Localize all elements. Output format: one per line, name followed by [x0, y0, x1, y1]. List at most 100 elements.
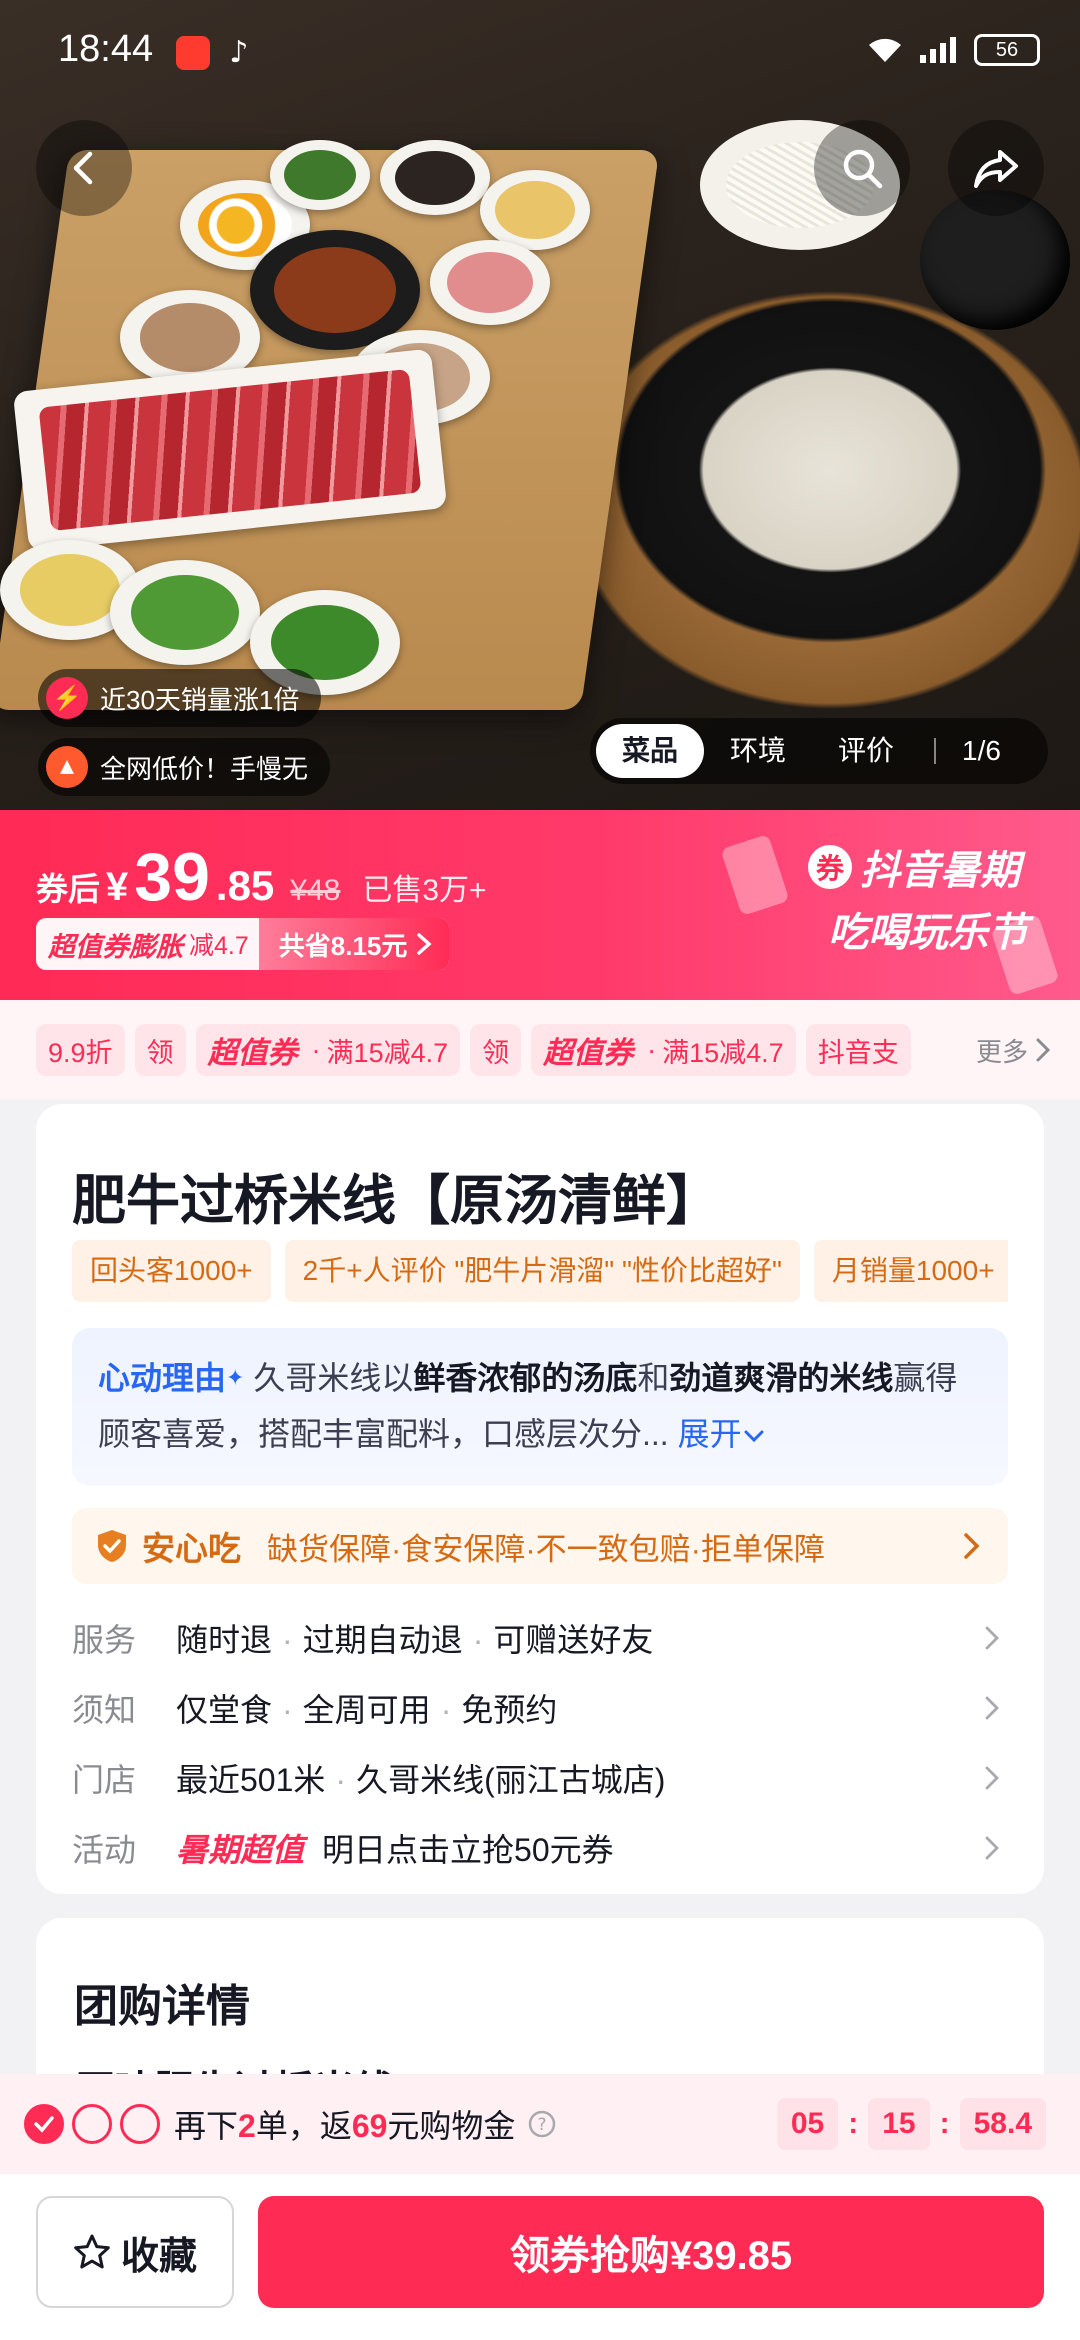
coupon-super-text: 满15减4.7 — [662, 1037, 784, 1068]
reason-highlight: 鲜香浓郁的汤底 — [413, 1360, 638, 1396]
chevron-right-icon — [1036, 1038, 1051, 1062]
coupon-boost-button[interactable]: 超值券膨胀 减4.7 共省8.15元 — [36, 918, 450, 970]
plate — [110, 560, 260, 665]
tag-monthly-sales: 月销量1000+ — [813, 1240, 1008, 1302]
status-time: 18:44 — [58, 28, 154, 70]
notice-row[interactable]: 须知 仅堂食 · 全周可用 · 免预约 — [72, 1678, 1008, 1738]
svg-text:?: ? — [538, 2115, 547, 2135]
notice-item: 仅堂食 — [176, 1692, 273, 1728]
status-bar: 18:44 ♪ 56 — [0, 0, 1080, 100]
douyin-logo-icon: 券 — [808, 845, 852, 889]
reason-heading: 心动理由 — [98, 1360, 227, 1396]
timer-minutes: 15 — [868, 2098, 930, 2150]
tab-reviews[interactable]: 评价 — [812, 724, 920, 778]
store-key: 门店 — [72, 1762, 137, 1798]
plate — [250, 230, 420, 350]
sales-growth-badge: ⚡ 近30天销量涨1倍 — [38, 669, 322, 727]
reason-text: 久哥米线以 — [253, 1360, 414, 1396]
fire-icon: ▲ — [46, 746, 88, 788]
reason-text: 和 — [637, 1360, 670, 1396]
divider — [934, 738, 937, 764]
activity-text: 明日点击立抢50元券 — [322, 1832, 614, 1868]
store-distance: 最近501米 — [176, 1762, 326, 1798]
coupon-douyin-text: 抖音支 — [817, 1037, 899, 1068]
hero-gallery[interactable]: 18:44 ♪ 56 ⚡ 近30天销量涨1倍 ▲ 全网低价！手慢无 菜品 环境 … — [0, 0, 1080, 810]
chevron-right-icon — [985, 1836, 999, 1860]
search-icon — [843, 149, 883, 189]
star-icon — [74, 2234, 110, 2269]
back-button[interactable] — [36, 120, 132, 216]
plate — [270, 140, 370, 210]
battery-level: 56 — [995, 38, 1019, 61]
expand-link[interactable]: 展开 — [678, 1416, 742, 1452]
product-card: 肥牛过桥米线【原汤清鲜】 回头客1000+ 2千+人评价 "肥牛片滑溜" "性价… — [36, 1104, 1044, 1894]
coupon-claim-text: 领 — [482, 1037, 510, 1068]
coupon-super-tag: 超值券 — [543, 1037, 634, 1070]
activity-row[interactable]: 活动 暑期超值 明日点击立抢50元券 — [72, 1818, 1008, 1878]
plate — [380, 140, 490, 215]
festival-line1: 抖音暑期 — [860, 849, 1020, 893]
buy-now-button[interactable]: 领券抢购¥39.85 — [258, 2196, 1044, 2308]
safe-eat-guarantee[interactable]: 安心吃 缺货保障·食安保障·不一致包赔·拒单保障 — [72, 1508, 1008, 1584]
check-icon — [34, 2116, 54, 2133]
activity-tag: 暑期超值 — [176, 1832, 305, 1868]
countdown-timer: 05: 15: 58.4 — [776, 2098, 1046, 2150]
tab-environment[interactable]: 环境 — [704, 724, 812, 778]
ticket-decoration — [720, 833, 790, 917]
plate — [480, 170, 590, 250]
price-currency: ¥ — [106, 865, 129, 909]
coupon-super-text: 满15减4.7 — [326, 1037, 449, 1068]
coupon-super[interactable]: 超值券 · 满15减4.7 — [531, 1024, 796, 1076]
bottom-action-bar: 收藏 领券抢购¥39.85 — [0, 2174, 1080, 2340]
coupon-super[interactable]: 超值券 · 满15减4.7 — [195, 1024, 461, 1076]
service-key: 服务 — [72, 1622, 137, 1658]
rebate-text-part: 再下 — [174, 2108, 239, 2144]
tag-reviews[interactable]: 2千+人评价 "肥牛片滑溜" "性价比超好" — [284, 1240, 800, 1302]
coupon-claim-button[interactable]: 领 — [134, 1024, 186, 1076]
coupon-douyin[interactable]: 抖音支 — [805, 1024, 911, 1076]
tab-dishes[interactable]: 菜品 — [596, 724, 705, 778]
buy-now-label: 领券抢购¥39.85 — [509, 2234, 793, 2278]
coupon-boost-tag: 超值券膨胀 — [48, 931, 183, 962]
price-decimal: .85 — [215, 862, 275, 909]
sales-growth-text: 近30天销量涨1倍 — [100, 684, 300, 715]
coupon-discount-text: 9.9折 — [48, 1037, 113, 1068]
back-arrow-icon — [73, 151, 93, 185]
chevron-right-icon — [417, 933, 432, 955]
rebate-text: 再下2单，返69元购物金 — [174, 2101, 515, 2147]
store-row[interactable]: 门店 最近501米 · 久哥米线(丽江古城店) — [72, 1748, 1008, 1808]
progress-check-empty — [120, 2104, 160, 2144]
service-item: 随时退 — [176, 1622, 273, 1658]
product-tags: 回头客1000+ 2千+人评价 "肥牛片滑溜" "性价比超好" 月销量1000+ — [72, 1240, 1008, 1302]
rebate-text-part: 单，返 — [255, 2108, 352, 2144]
coupon-more-button[interactable]: 更多 — [960, 1000, 1080, 1100]
share-button[interactable] — [948, 120, 1044, 216]
sparkle-icon: ✦ — [226, 1365, 245, 1390]
coupon-discount[interactable]: 9.9折 — [36, 1024, 125, 1076]
safe-items: 缺货保障·食安保障·不一致包赔·拒单保障 — [267, 1531, 825, 1567]
activity-key: 活动 — [72, 1832, 137, 1868]
coupon-claim-text: 领 — [146, 1037, 174, 1068]
service-row[interactable]: 服务 随时退 · 过期自动退 · 可赠送好友 — [72, 1608, 1008, 1668]
signal-icon — [920, 37, 956, 63]
chevron-right-icon — [964, 1533, 980, 1559]
help-icon[interactable]: ? — [527, 2109, 557, 2139]
timer-hours: 05 — [776, 2098, 839, 2150]
festival-line2: 吃喝玩乐节 — [828, 911, 1028, 955]
favorite-button[interactable]: 收藏 — [36, 2196, 234, 2308]
coupon-row[interactable]: 9.9折 领 超值券 · 满15减4.7 领 超值券 · 满15减4.7 抖音支 — [0, 1000, 1080, 1100]
rebate-strip[interactable]: 再下2单，返69元购物金 ? 05: 15: 58.4 — [0, 2074, 1080, 2174]
timer-seconds: 58.4 — [959, 2098, 1046, 2150]
rebate-text-part: 元购物金 — [387, 2108, 516, 2144]
chevron-right-icon — [985, 1766, 999, 1790]
search-button[interactable] — [814, 120, 910, 216]
coupon-save-text: 共省8.15元 — [278, 930, 408, 961]
group-detail-card: 团购详情 原味肥牛过桥米线 — [36, 1918, 1044, 2098]
coupon-claim-button[interactable]: 领 — [470, 1024, 522, 1076]
price-integer: 39 — [134, 839, 210, 915]
notice-item: 免预约 — [461, 1692, 558, 1728]
tiktok-app-icon: ♪ — [229, 35, 249, 70]
highlight-reason[interactable]: 心动理由✦ 久哥米线以鲜香浓郁的汤底和劲道爽滑的米线赢得顾客喜爱，搭配丰富配料，… — [72, 1328, 1008, 1486]
coupon-more-text: 更多 — [975, 1036, 1028, 1067]
detail-title: 团购详情 — [74, 1982, 250, 2031]
